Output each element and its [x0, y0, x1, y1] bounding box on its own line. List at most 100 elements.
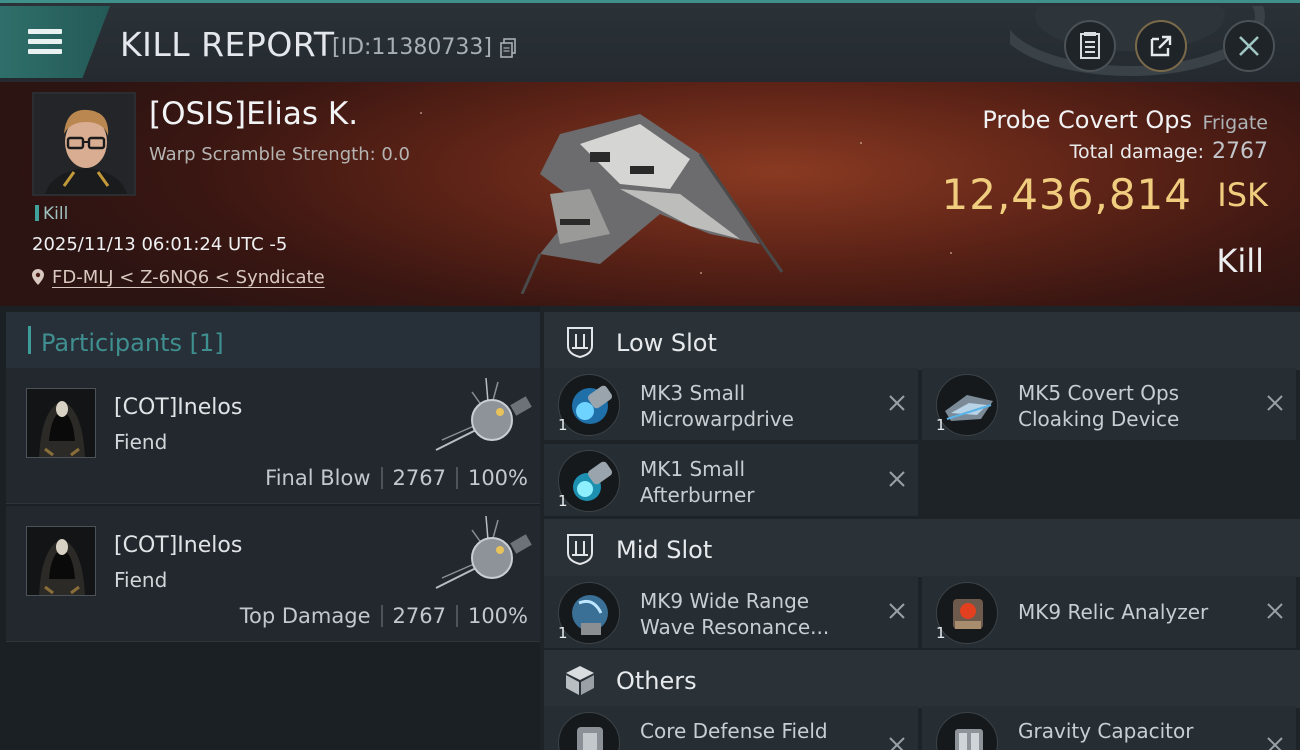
kill-timestamp: 2025/11/13 06:01:24 UTC -5 — [32, 234, 288, 255]
module-name-line1: MK5 Covert Ops — [1018, 381, 1180, 405]
destroyed-x-icon — [889, 737, 905, 750]
module-name-line2: Wave Resonance... — [640, 615, 830, 639]
module-quantity: 1 — [558, 624, 568, 642]
participant-name[interactable]: [COT]Inelos — [114, 533, 242, 558]
mid-slot-header: Mid Slot — [544, 519, 1300, 577]
star — [950, 252, 952, 254]
header-accent — [28, 326, 31, 354]
others-header: Others — [544, 650, 1300, 708]
top-bar: KILL REPORT [ID:11380733] — [0, 0, 1300, 82]
module-quantity: 1 — [558, 492, 568, 510]
module-name-line1: MK9 Wide Range — [640, 589, 810, 613]
victim-avatar[interactable] — [32, 92, 136, 196]
location-text[interactable]: FD-MLJ < Z-6NQ6 < Syndicate — [52, 267, 325, 288]
participant-ship-image — [435, 377, 532, 451]
warp-scramble-strength: Warp Scramble Strength: 0.0 — [149, 144, 411, 165]
participant-percent: 100% — [467, 466, 528, 490]
participant-tag: Top Damage — [239, 604, 371, 628]
module-item[interactable]: 1 MK9 Wide Range Wave Resonance... — [544, 576, 918, 648]
portrait-image — [34, 94, 134, 194]
participants-count: [1] — [189, 329, 224, 357]
destroyed-x-icon — [889, 395, 905, 411]
participant-avatar[interactable] — [26, 388, 96, 458]
total-damage-value: 2767 — [1212, 139, 1268, 164]
module-item[interactable]: Gravity Capacitor — [922, 706, 1296, 750]
report-id: [ID:11380733] — [332, 35, 492, 60]
participant-stats: Top Damage 2767 100% — [240, 604, 528, 628]
menu-icon-bar — [28, 49, 62, 54]
star — [860, 142, 862, 144]
menu-icon — [28, 29, 62, 34]
kill-tag-label: Kill — [43, 204, 69, 224]
helmet-portrait — [27, 527, 95, 595]
module-name-line1: MK1 Small — [640, 457, 745, 481]
kill-summary-banner: [OSIS]Elias K. Warp Scramble Strength: 0… — [0, 82, 1300, 306]
share-button[interactable] — [1135, 20, 1187, 72]
destroyed-x-icon — [889, 603, 905, 619]
destroyed-x-icon — [889, 471, 905, 487]
low-slot-icon — [567, 327, 593, 358]
participant-name[interactable]: [COT]Inelos — [114, 395, 242, 420]
low-slot-header: Low Slot — [544, 312, 1300, 370]
divider — [455, 605, 458, 627]
others-label: Others — [616, 667, 697, 695]
participant-percent: 100% — [467, 604, 528, 628]
participant-damage: 2767 — [392, 604, 446, 628]
notes-button[interactable] — [1064, 20, 1116, 72]
participants-header: Participants [1] — [6, 312, 540, 368]
participant-damage: 2767 — [392, 466, 446, 490]
destroyed-x-icon — [1267, 603, 1283, 619]
participant-ship-image — [435, 515, 532, 589]
module-quantity: 1 — [558, 416, 568, 434]
location-link[interactable]: FD-MLJ < Z-6NQ6 < Syndicate — [32, 267, 325, 288]
victim-name[interactable]: [OSIS]Elias K. — [149, 96, 358, 132]
mid-slot-icon — [567, 534, 593, 565]
page-title: KILL REPORT — [120, 25, 335, 64]
destroyed-x-icon — [1267, 395, 1283, 411]
module-item[interactable]: 1 MK3 Small Microwarpdrive — [544, 368, 918, 440]
destroyed-x-icon — [1267, 737, 1283, 750]
module-item[interactable]: 1 MK5 Covert Ops Cloaking Device — [922, 368, 1296, 440]
tag-marker — [35, 205, 39, 221]
victim-ship-class: Frigate — [1202, 112, 1268, 134]
divider — [455, 467, 458, 489]
kill-tag: Kill — [35, 204, 68, 224]
participant-ship: Fiend — [114, 430, 168, 454]
close-button[interactable] — [1223, 20, 1275, 72]
module-name-line2: Microwarpdrive — [640, 407, 794, 431]
module-name-line2: Cloaking Device — [1018, 407, 1180, 431]
isk-value: 12,436,814 — [941, 170, 1192, 219]
participant-avatar[interactable] — [26, 526, 96, 596]
module-name: MK9 Relic Analyzer — [1018, 600, 1209, 624]
module-item[interactable]: Core Defense Field — [544, 706, 918, 750]
participants-title-text: Participants — [41, 329, 182, 357]
participant-row[interactable]: [COT]Inelos Fiend Final Blow 2767 100% — [6, 368, 540, 504]
cube-icon — [566, 666, 594, 695]
star — [420, 112, 422, 114]
ship-image — [520, 114, 784, 294]
mid-slot-label: Mid Slot — [616, 536, 713, 564]
participants-title: Participants [1] — [41, 329, 224, 357]
menu-button[interactable] — [0, 6, 110, 78]
module-quantity: 1 — [936, 416, 946, 434]
share-icon — [1150, 35, 1172, 57]
menu-icon-bar — [28, 39, 62, 44]
copy-icon[interactable] — [500, 38, 516, 58]
module-item[interactable]: 1 MK9 Relic Analyzer — [922, 576, 1296, 648]
total-damage-label: Total damage: — [1069, 141, 1204, 163]
module-name: MK9 Wide Range Wave Resonance... — [640, 588, 870, 640]
module-name: MK1 Small Afterburner — [640, 456, 870, 508]
module-name: Gravity Capacitor — [1018, 719, 1194, 743]
module-item[interactable]: 1 MK1 Small Afterburner — [544, 444, 918, 516]
participant-row[interactable]: [COT]Inelos Fiend Top Damage 2767 100% — [6, 506, 540, 642]
victim-ship-name[interactable]: Probe Covert Ops — [982, 106, 1192, 134]
participants-panel: Participants [1] [COT]Inelos Fiend Final… — [0, 306, 540, 750]
module-name: MK5 Covert Ops Cloaking Device — [1018, 380, 1248, 432]
low-slot-label: Low Slot — [616, 329, 717, 357]
module-quantity: 1 — [936, 624, 946, 642]
gravity-capacitor-icon — [936, 712, 998, 750]
fitting-panel: Low Slot 1 MK3 Small Microwarpdrive 1 MK5… — [540, 306, 1300, 750]
location-pin-icon — [32, 269, 44, 285]
divider — [380, 605, 383, 627]
module-name: MK3 Small Microwarpdrive — [640, 380, 870, 432]
